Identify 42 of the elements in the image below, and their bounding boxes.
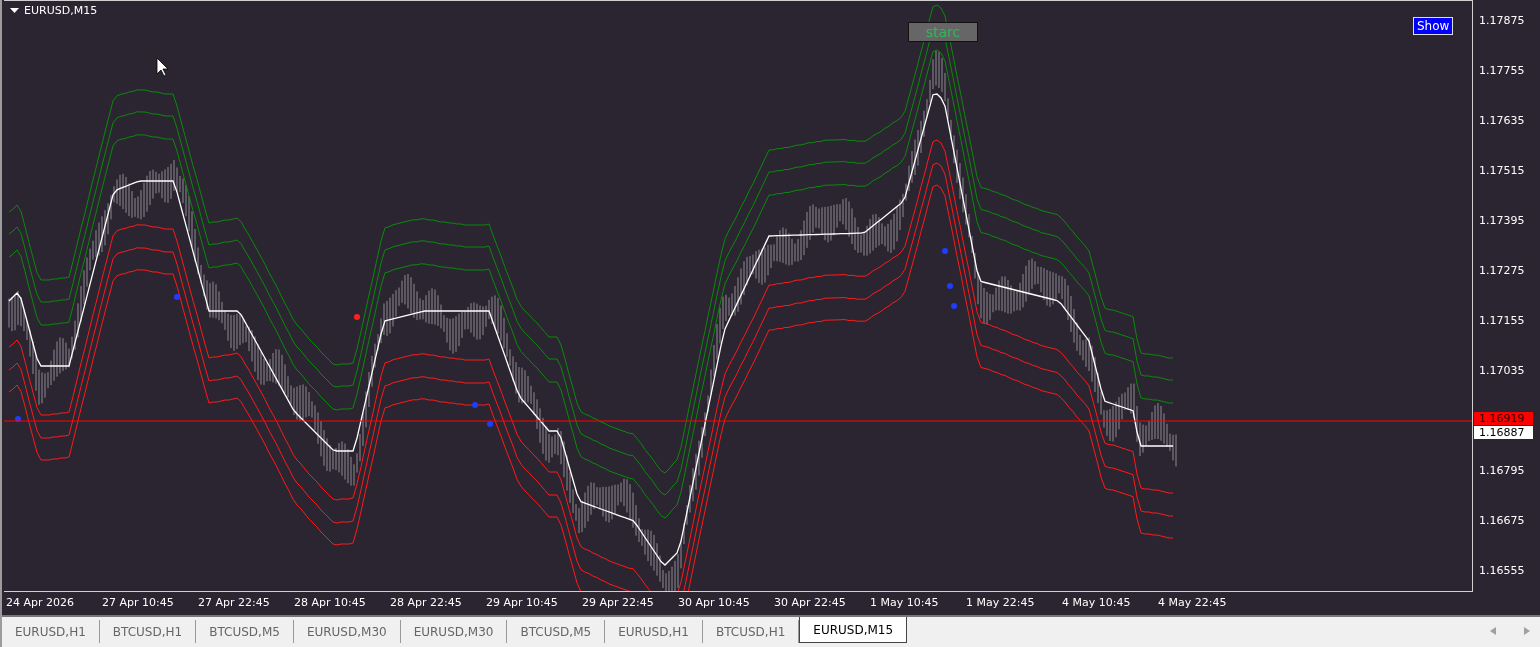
- time-axis-label: 29 Apr 22:45: [582, 596, 654, 609]
- signal-dot: [942, 248, 948, 254]
- time-axis-label: 4 May 10:45: [1062, 596, 1131, 609]
- price-axis-label: 1.17515: [1479, 164, 1525, 177]
- price-axis-label: 1.16795: [1479, 464, 1525, 477]
- signal-dot: [472, 402, 478, 408]
- price-axis-label: 1.17755: [1479, 64, 1525, 77]
- price-axis-label: 1.17395: [1479, 214, 1525, 227]
- cursor-arrow-icon: [156, 57, 169, 77]
- chart-tab[interactable]: EURUSD,M15: [799, 617, 908, 643]
- time-axis-label: 1 May 10:45: [870, 596, 939, 609]
- price-axis-label: 1.16675: [1479, 514, 1525, 527]
- time-axis-label: 30 Apr 22:45: [774, 596, 846, 609]
- time-axis-label: 4 May 22:45: [1158, 596, 1227, 609]
- signal-dot: [947, 283, 953, 289]
- time-axis-label: 28 Apr 10:45: [294, 596, 366, 609]
- ask-price-label: 1.16887: [1474, 426, 1533, 439]
- price-axis-label: 1.16555: [1479, 564, 1525, 577]
- signal-dot: [174, 294, 180, 300]
- time-axis-label: 30 Apr 10:45: [678, 596, 750, 609]
- signal-dot: [15, 416, 21, 422]
- time-axis-label: 29 Apr 10:45: [486, 596, 558, 609]
- scroll-right-icon[interactable]: [1524, 627, 1530, 635]
- price-axis-label: 1.17035: [1479, 364, 1525, 377]
- signal-dot: [487, 421, 493, 427]
- time-axis-label: 28 Apr 22:45: [390, 596, 462, 609]
- signal-dot: [951, 303, 957, 309]
- price-axis-label: 1.17155: [1479, 314, 1525, 327]
- bid-price-label: 1.16919: [1474, 412, 1533, 425]
- time-axis-label: 27 Apr 10:45: [102, 596, 174, 609]
- indicator-label: starc: [908, 22, 978, 42]
- show-button[interactable]: Show: [1413, 17, 1454, 35]
- time-axis-label: 1 May 22:45: [966, 596, 1035, 609]
- dropdown-triangle-icon[interactable]: [10, 7, 19, 14]
- price-axis-label: 1.17275: [1479, 264, 1525, 277]
- price-axis-label: 1.17875: [1479, 14, 1525, 27]
- time-axis-label: 24 Apr 2026: [6, 596, 74, 609]
- chart-symbol-title: EURUSD,M15: [24, 4, 98, 17]
- signal-dot: [354, 314, 360, 320]
- price-axis-label: 1.17635: [1479, 114, 1525, 127]
- time-axis-label: 27 Apr 22:45: [198, 596, 270, 609]
- scroll-left-icon[interactable]: [1490, 627, 1496, 635]
